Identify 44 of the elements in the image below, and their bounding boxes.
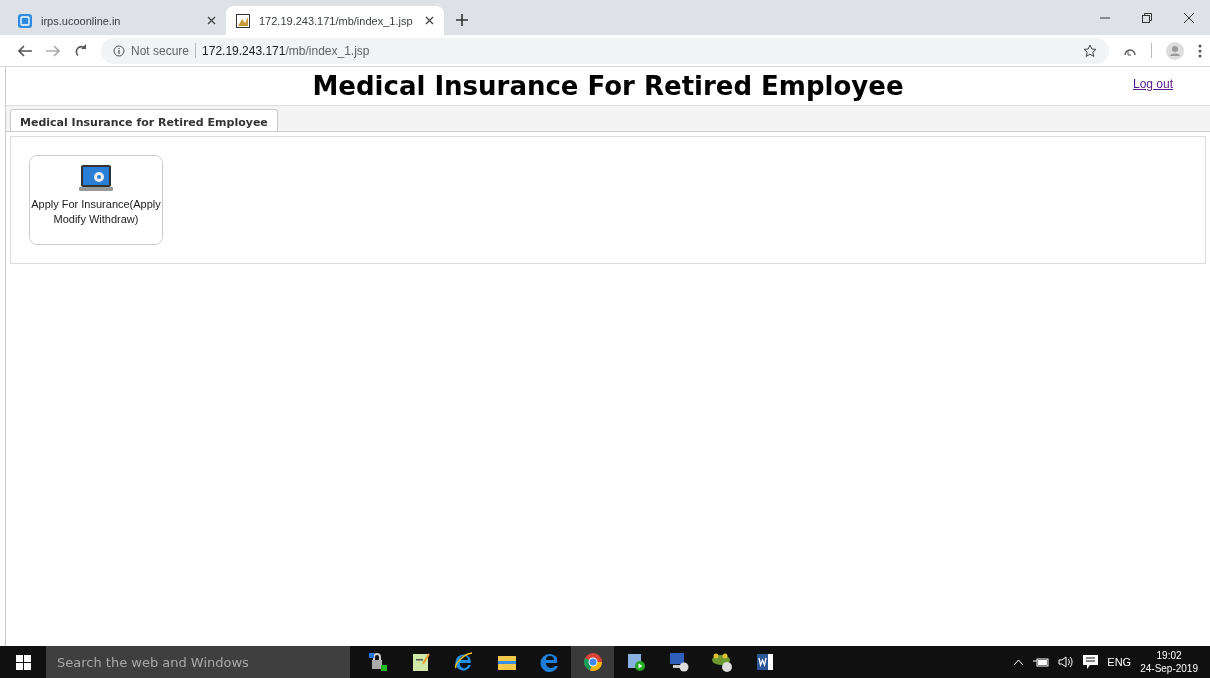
browser-tab[interactable]: irps.ucoonline.in [8,6,226,35]
close-icon[interactable] [1184,12,1194,23]
search-field[interactable]: Search the web and Windows [46,646,350,678]
message-icon[interactable] [1083,655,1099,669]
tab-title: 172.19.243.171/mb/index_1.jsp [259,14,414,27]
lock-icon[interactable] [367,652,388,672]
chrome-icon[interactable] [582,652,603,672]
restore-icon[interactable] [1142,12,1152,23]
folder-icon[interactable] [496,653,517,671]
menu-tile[interactable]: Apply For Insurance(Apply Modify Withdraw) [29,155,163,245]
notepad-icon[interactable] [411,652,430,672]
page-title: Medical Insurance For Retired Employee [312,71,904,101]
browser-tab[interactable]: 172.19.243.171/mb/index_1.jsp [226,6,444,35]
speaker-icon[interactable] [1058,656,1075,668]
word-icon[interactable] [754,652,775,672]
address-bar[interactable]: Not secure 172.19.243.171/mb/index_1.jsp [101,37,1109,64]
menu-icon[interactable] [1198,43,1202,58]
language-indicator[interactable]: ENG [1107,656,1132,668]
taskbar-app[interactable] [571,646,614,678]
avatar-icon[interactable] [1166,41,1184,60]
tab-title: irps.ucoonline.in [41,14,122,27]
close-icon [207,16,216,25]
site-icon [18,13,32,28]
section-tab[interactable]: Medical Insurance for Retired Employee [10,109,278,131]
info-icon [113,44,125,57]
battery-icon[interactable] [1033,657,1050,667]
page-icon [236,13,250,28]
windows-icon[interactable] [15,654,31,670]
close-icon [425,16,434,25]
back-icon[interactable] [18,44,32,57]
laptop-gear-icon [79,163,113,193]
reload-icon[interactable] [74,44,87,57]
logout-link[interactable]: Log out [1132,77,1173,91]
star-icon[interactable] [1083,43,1097,58]
edge-icon[interactable] [539,652,560,672]
media-icon[interactable] [625,652,646,672]
chevron-up-icon[interactable] [1013,658,1025,666]
url-text: 172.19.243.171/mb/index_1.jsp [202,43,370,58]
computer-icon[interactable] [667,652,690,672]
security-label: Not secure [131,43,190,58]
new-tab-icon[interactable] [456,14,468,26]
ie-icon[interactable] [452,651,475,673]
frog-icon[interactable] [709,651,734,673]
clock[interactable]: 19:02 24-Sep-2019 [1140,649,1198,675]
